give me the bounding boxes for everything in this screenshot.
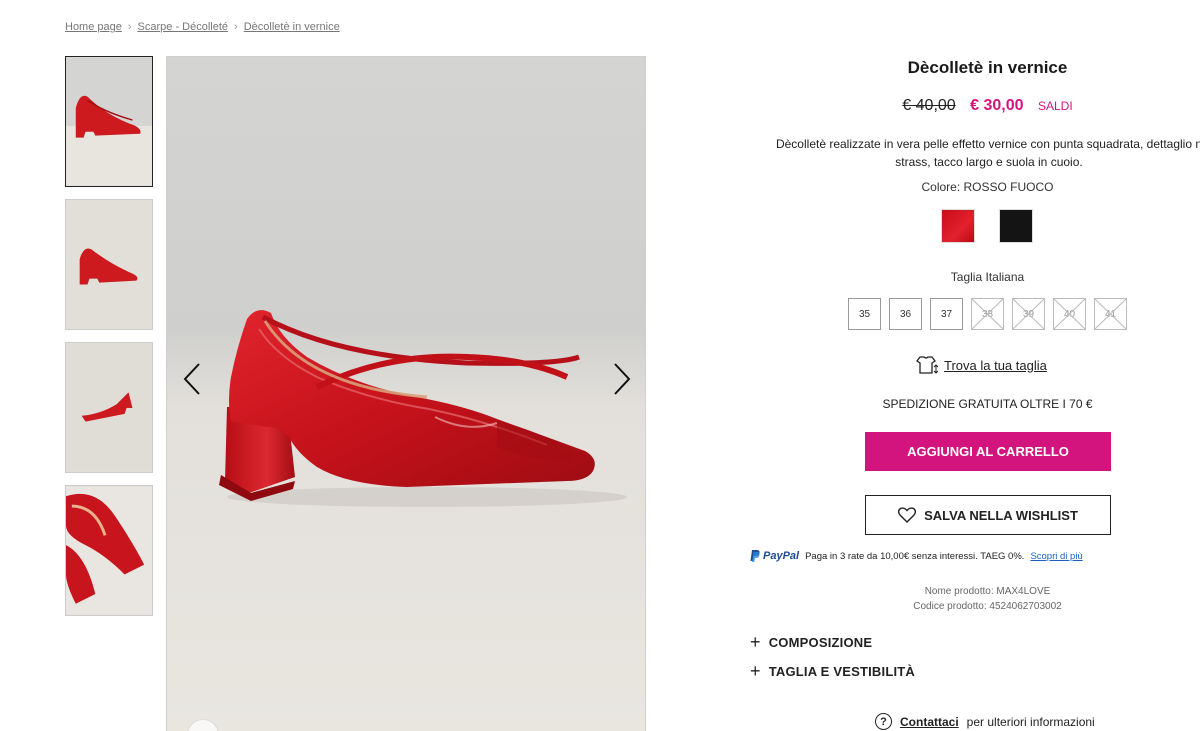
thumbnail-1[interactable] <box>65 56 153 187</box>
size-label: Taglia Italiana <box>950 270 1025 284</box>
sale-badge: SALDI <box>1038 99 1073 113</box>
unavailable-cross-icon <box>972 299 1003 329</box>
size-option-label: 35 <box>858 308 871 320</box>
add-to-cart-button[interactable]: AGGIUNGI AL CARRELLO <box>865 432 1111 471</box>
paypal-learn-more-link[interactable]: Scopri di più <box>1030 551 1082 562</box>
plus-icon: + <box>750 661 761 681</box>
wishlist-button[interactable]: SALVA NELLA WISHLIST <box>865 495 1111 535</box>
plus-icon: + <box>750 632 761 652</box>
description-line: strass, tacco largo e suola in cuoio. <box>895 155 1083 169</box>
color-swatch-red[interactable] <box>941 209 975 243</box>
accordion-size-fit[interactable]: + TAGLIA E VESTIBILITÀ <box>750 662 915 680</box>
unavailable-cross-icon <box>1054 299 1085 329</box>
product-description: Dècolletè realizzate in vera pelle effet… <box>754 135 1200 171</box>
description-line: Dècolletè realizzate in vera pelle effet… <box>775 137 1200 151</box>
product-main-image <box>166 56 646 731</box>
size-option-unavailable[interactable]: 40 <box>1053 298 1086 330</box>
product-code-meta: Codice prodotto: 4524062703002 <box>913 601 1062 612</box>
product-name-meta: Nome prodotto: MAX4LOVE <box>924 586 1051 597</box>
unavailable-cross-icon <box>1013 299 1044 329</box>
color-label: Colore: ROSSO FUOCO <box>921 180 1054 194</box>
size-guide-icon <box>916 356 938 374</box>
chevron-left-icon <box>183 363 200 395</box>
price-block: € 40,00 € 30,00 SALDI <box>740 97 1200 115</box>
size-option-unavailable[interactable]: 41 <box>1094 298 1127 330</box>
breadcrumb-chevron-icon: › <box>127 21 132 33</box>
shoe-thumbnail-image <box>66 57 152 186</box>
paypal-logo: PayPal <box>750 550 799 562</box>
thumbnail-2[interactable] <box>65 199 153 330</box>
chevron-right-icon <box>614 363 631 395</box>
old-price: € 40,00 <box>902 97 956 114</box>
accordion-composition-label: COMPOSIZIONE <box>768 634 873 650</box>
paypal-text: Paga in 3 rate da 10,00€ senza interessi… <box>805 550 1025 562</box>
color-swatches <box>941 209 1033 243</box>
find-size-label: Trova la tua taglia <box>944 357 1047 373</box>
shoe-thumbnail-image <box>66 486 152 615</box>
product-title: Dècolletè in vernice <box>907 58 1068 77</box>
thumbnail-3[interactable] <box>65 342 153 473</box>
shipping-info: SPEDIZIONE GRATUITA OLTRE I 70 € <box>882 397 1093 411</box>
paypal-icon <box>750 550 760 562</box>
color-swatch-black[interactable] <box>999 209 1033 243</box>
product-meta: Nome prodotto: MAX4LOVE Codice prodotto:… <box>740 584 1200 614</box>
size-option[interactable]: 37 <box>930 298 963 330</box>
paypal-installments: PayPal Paga in 3 rate da 10,00€ senza in… <box>750 550 1083 562</box>
red-shoe-image <box>219 310 627 507</box>
breadcrumb-chevron-icon: › <box>234 21 238 33</box>
accordion-composition[interactable]: + COMPOSIZIONE <box>750 633 872 651</box>
shoe-thumbnail-image <box>66 343 152 472</box>
next-image-button[interactable] <box>607 359 637 399</box>
shoe-thumbnail-image <box>66 200 152 329</box>
size-option[interactable]: 35 <box>848 298 881 330</box>
sale-price: € 30,00 <box>970 97 1024 114</box>
thumbnail-4[interactable] <box>65 485 153 616</box>
contact-text: per ulteriori informazioni <box>966 714 1095 729</box>
wishlist-label: SALVA NELLA WISHLIST <box>924 507 1078 523</box>
contact-link[interactable]: Contattaci <box>900 715 959 729</box>
breadcrumb: Home page › Scarpe - Décolleté › Dècolle… <box>65 21 340 33</box>
size-option[interactable]: 36 <box>889 298 922 330</box>
size-option-label: 36 <box>899 308 912 320</box>
size-selector: 35 36 37 38 39 40 41 <box>848 298 1127 330</box>
find-size-link[interactable]: Trova la tua taglia <box>916 355 1047 375</box>
question-icon: ? <box>875 713 892 730</box>
size-option-unavailable[interactable]: 38 <box>971 298 1004 330</box>
breadcrumb-home[interactable]: Home page <box>65 21 122 33</box>
contact-info: ? Contattaci per ulteriori informazioni <box>875 713 1095 730</box>
previous-image-button[interactable] <box>177 359 207 399</box>
size-option-unavailable[interactable]: 39 <box>1012 298 1045 330</box>
breadcrumb-category[interactable]: Scarpe - Décolleté <box>138 21 229 33</box>
size-option-label: 37 <box>940 308 953 320</box>
heart-icon <box>898 507 917 523</box>
paypal-brand: PayPal <box>763 550 800 562</box>
unavailable-cross-icon <box>1095 299 1126 329</box>
accordion-size-fit-label: TAGLIA E VESTIBILITÀ <box>768 663 915 679</box>
thumbnail-gallery <box>65 56 153 628</box>
breadcrumb-current[interactable]: Dècolletè in vernice <box>244 21 340 33</box>
